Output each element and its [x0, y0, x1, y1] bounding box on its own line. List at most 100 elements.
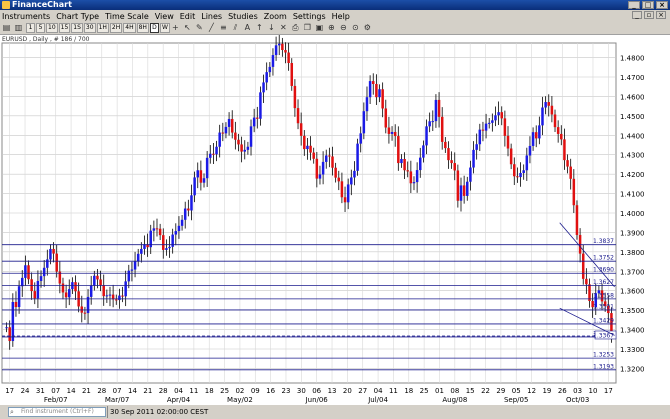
level-label: 1.3253	[593, 352, 614, 359]
menu-instruments[interactable]: Instruments	[2, 12, 50, 21]
menu-chart-type[interactable]: Chart Type	[56, 12, 99, 21]
x-tick-label: 09	[251, 387, 260, 395]
candle-body	[475, 144, 478, 150]
timeframe-w-button[interactable]: W	[159, 23, 170, 33]
candle-body	[224, 126, 228, 134]
y-tick-label: 1.3600	[620, 288, 645, 296]
x-tick-label: 14	[128, 387, 137, 395]
candle-body	[124, 281, 127, 297]
menu-help[interactable]: Help	[332, 12, 350, 21]
candle-body	[575, 205, 579, 235]
menu-edit[interactable]: Edit	[180, 12, 196, 21]
candle-body	[86, 296, 90, 314]
trendline-icon[interactable]: ╱	[207, 23, 216, 33]
timeframe-1s-button[interactable]: 1S	[71, 23, 83, 33]
candle-body	[155, 228, 159, 230]
channel-icon[interactable]: ⫽	[231, 23, 240, 33]
candle-body	[437, 99, 441, 117]
settings-icon[interactable]: ⚙	[363, 23, 372, 33]
x-tick-label: 21	[143, 387, 152, 395]
x-tick-label: 04	[374, 387, 383, 395]
x-tick-label: 21	[82, 387, 91, 395]
maximize-icon[interactable]: □	[642, 1, 654, 9]
candle-body	[500, 112, 503, 119]
candle-body	[334, 167, 337, 178]
minimize-icon[interactable]: _	[628, 1, 640, 9]
child-window-controls: _ ▫ ×	[632, 11, 666, 19]
timeframe-2h-button[interactable]: 2H	[109, 23, 123, 33]
candle-body	[218, 132, 221, 147]
chart-icon[interactable]: ▥	[14, 23, 23, 33]
arrow-up-icon[interactable]: ↑	[255, 23, 264, 33]
fibonacci-icon[interactable]: ≡	[219, 23, 228, 33]
candle-body	[315, 158, 319, 179]
candle-body	[472, 149, 475, 168]
menu-zoom[interactable]: Zoom	[264, 12, 287, 21]
menu-studies[interactable]: Studies	[228, 12, 258, 21]
timeframe-8h-button[interactable]: 8H	[136, 23, 149, 33]
print-icon[interactable]: ⎙	[291, 23, 300, 33]
timeframe-1-button[interactable]: 1	[26, 23, 35, 33]
candle-body	[20, 277, 24, 287]
candle-body	[506, 135, 510, 149]
x-tick-label: 03	[573, 387, 582, 395]
close-icon[interactable]: ×	[656, 1, 668, 9]
copy-icon[interactable]: ❐	[303, 23, 312, 33]
candle-body	[538, 125, 541, 139]
timeframe-d-button[interactable]: D	[149, 23, 159, 33]
candle-body	[324, 155, 328, 162]
candle-body	[64, 292, 68, 298]
crosshair-icon[interactable]: +	[171, 23, 180, 33]
child-restore-icon[interactable]: ▫	[644, 11, 654, 19]
x-tick-label: 25	[420, 387, 429, 395]
timeframe-5-button[interactable]: 5	[36, 23, 45, 33]
timeframe-4h-button[interactable]: 4H	[123, 23, 136, 33]
window-controls: _ □ ×	[628, 1, 668, 9]
child-minimize-icon[interactable]: _	[632, 11, 642, 19]
x-tick-label: 27	[358, 387, 367, 395]
level-label: 1.3501	[593, 303, 614, 310]
x-tick-label: 20	[343, 387, 352, 395]
timeframe-30-button[interactable]: 30	[83, 23, 96, 33]
timeframe-15-button[interactable]: 15	[58, 23, 71, 33]
text-icon[interactable]: A	[243, 23, 252, 33]
candle-body	[33, 291, 37, 299]
candle-body	[503, 118, 507, 136]
x-tick-label: 07	[113, 387, 122, 395]
pencil-icon[interactable]: ✎	[195, 23, 204, 33]
menu-time-scale[interactable]: Time Scale	[105, 12, 149, 21]
candle-body	[259, 92, 262, 119]
x-tick-label: 11	[189, 387, 198, 395]
candle-body	[24, 265, 27, 278]
instrument-search-input[interactable]: ⌕ Find instrument (Ctrl+F)	[8, 407, 106, 417]
child-close-icon[interactable]: ×	[656, 11, 666, 19]
candle-body	[52, 248, 55, 254]
search-icon: ⌕	[10, 408, 14, 416]
cursor-icon[interactable]: ↖	[183, 23, 192, 33]
candle-body	[553, 114, 557, 128]
menu-lines[interactable]: Lines	[201, 12, 222, 21]
price-chart[interactable]: 1.4800 1.4700 1.4600 1.4500 1.4400 1.4300 1.42…	[0, 33, 670, 404]
timeframe-10-button[interactable]: 10	[46, 23, 58, 33]
candle-body	[202, 178, 206, 183]
zoom-out-icon[interactable]: ⊖	[339, 23, 348, 33]
candle-body	[42, 267, 46, 277]
chart-canvas[interactable]: 1.4800 1.4700 1.4600 1.4500 1.4400 1.4300 1.42…	[0, 33, 670, 404]
timeframe-1h-button[interactable]: 1H	[96, 23, 109, 33]
x-tick-label: 23	[282, 387, 291, 395]
zoom-fit-icon[interactable]: ⊙	[351, 23, 360, 33]
x-tick-label: 28	[159, 387, 168, 395]
arrow-down-icon[interactable]: ↓	[267, 23, 276, 33]
candle-body	[478, 129, 482, 145]
delete-icon[interactable]: ✕	[279, 23, 288, 33]
candle-body	[534, 132, 538, 139]
open-folder-icon[interactable]: ▤	[2, 23, 11, 33]
save-icon[interactable]: ▣	[315, 23, 324, 33]
candle-body	[205, 157, 209, 179]
toolbar: ▤ ▥ 1 5 10 15 1S 30 1H 2H 4H 8H D W + ↖ ✎ ╱ ≡ ⫽ A ↑…	[0, 22, 670, 35]
menu-view[interactable]: View	[155, 12, 174, 21]
candle-body	[290, 63, 294, 86]
zoom-in-icon[interactable]: ⊕	[327, 23, 336, 33]
candle-body	[403, 158, 406, 171]
menu-settings[interactable]: Settings	[293, 12, 326, 21]
